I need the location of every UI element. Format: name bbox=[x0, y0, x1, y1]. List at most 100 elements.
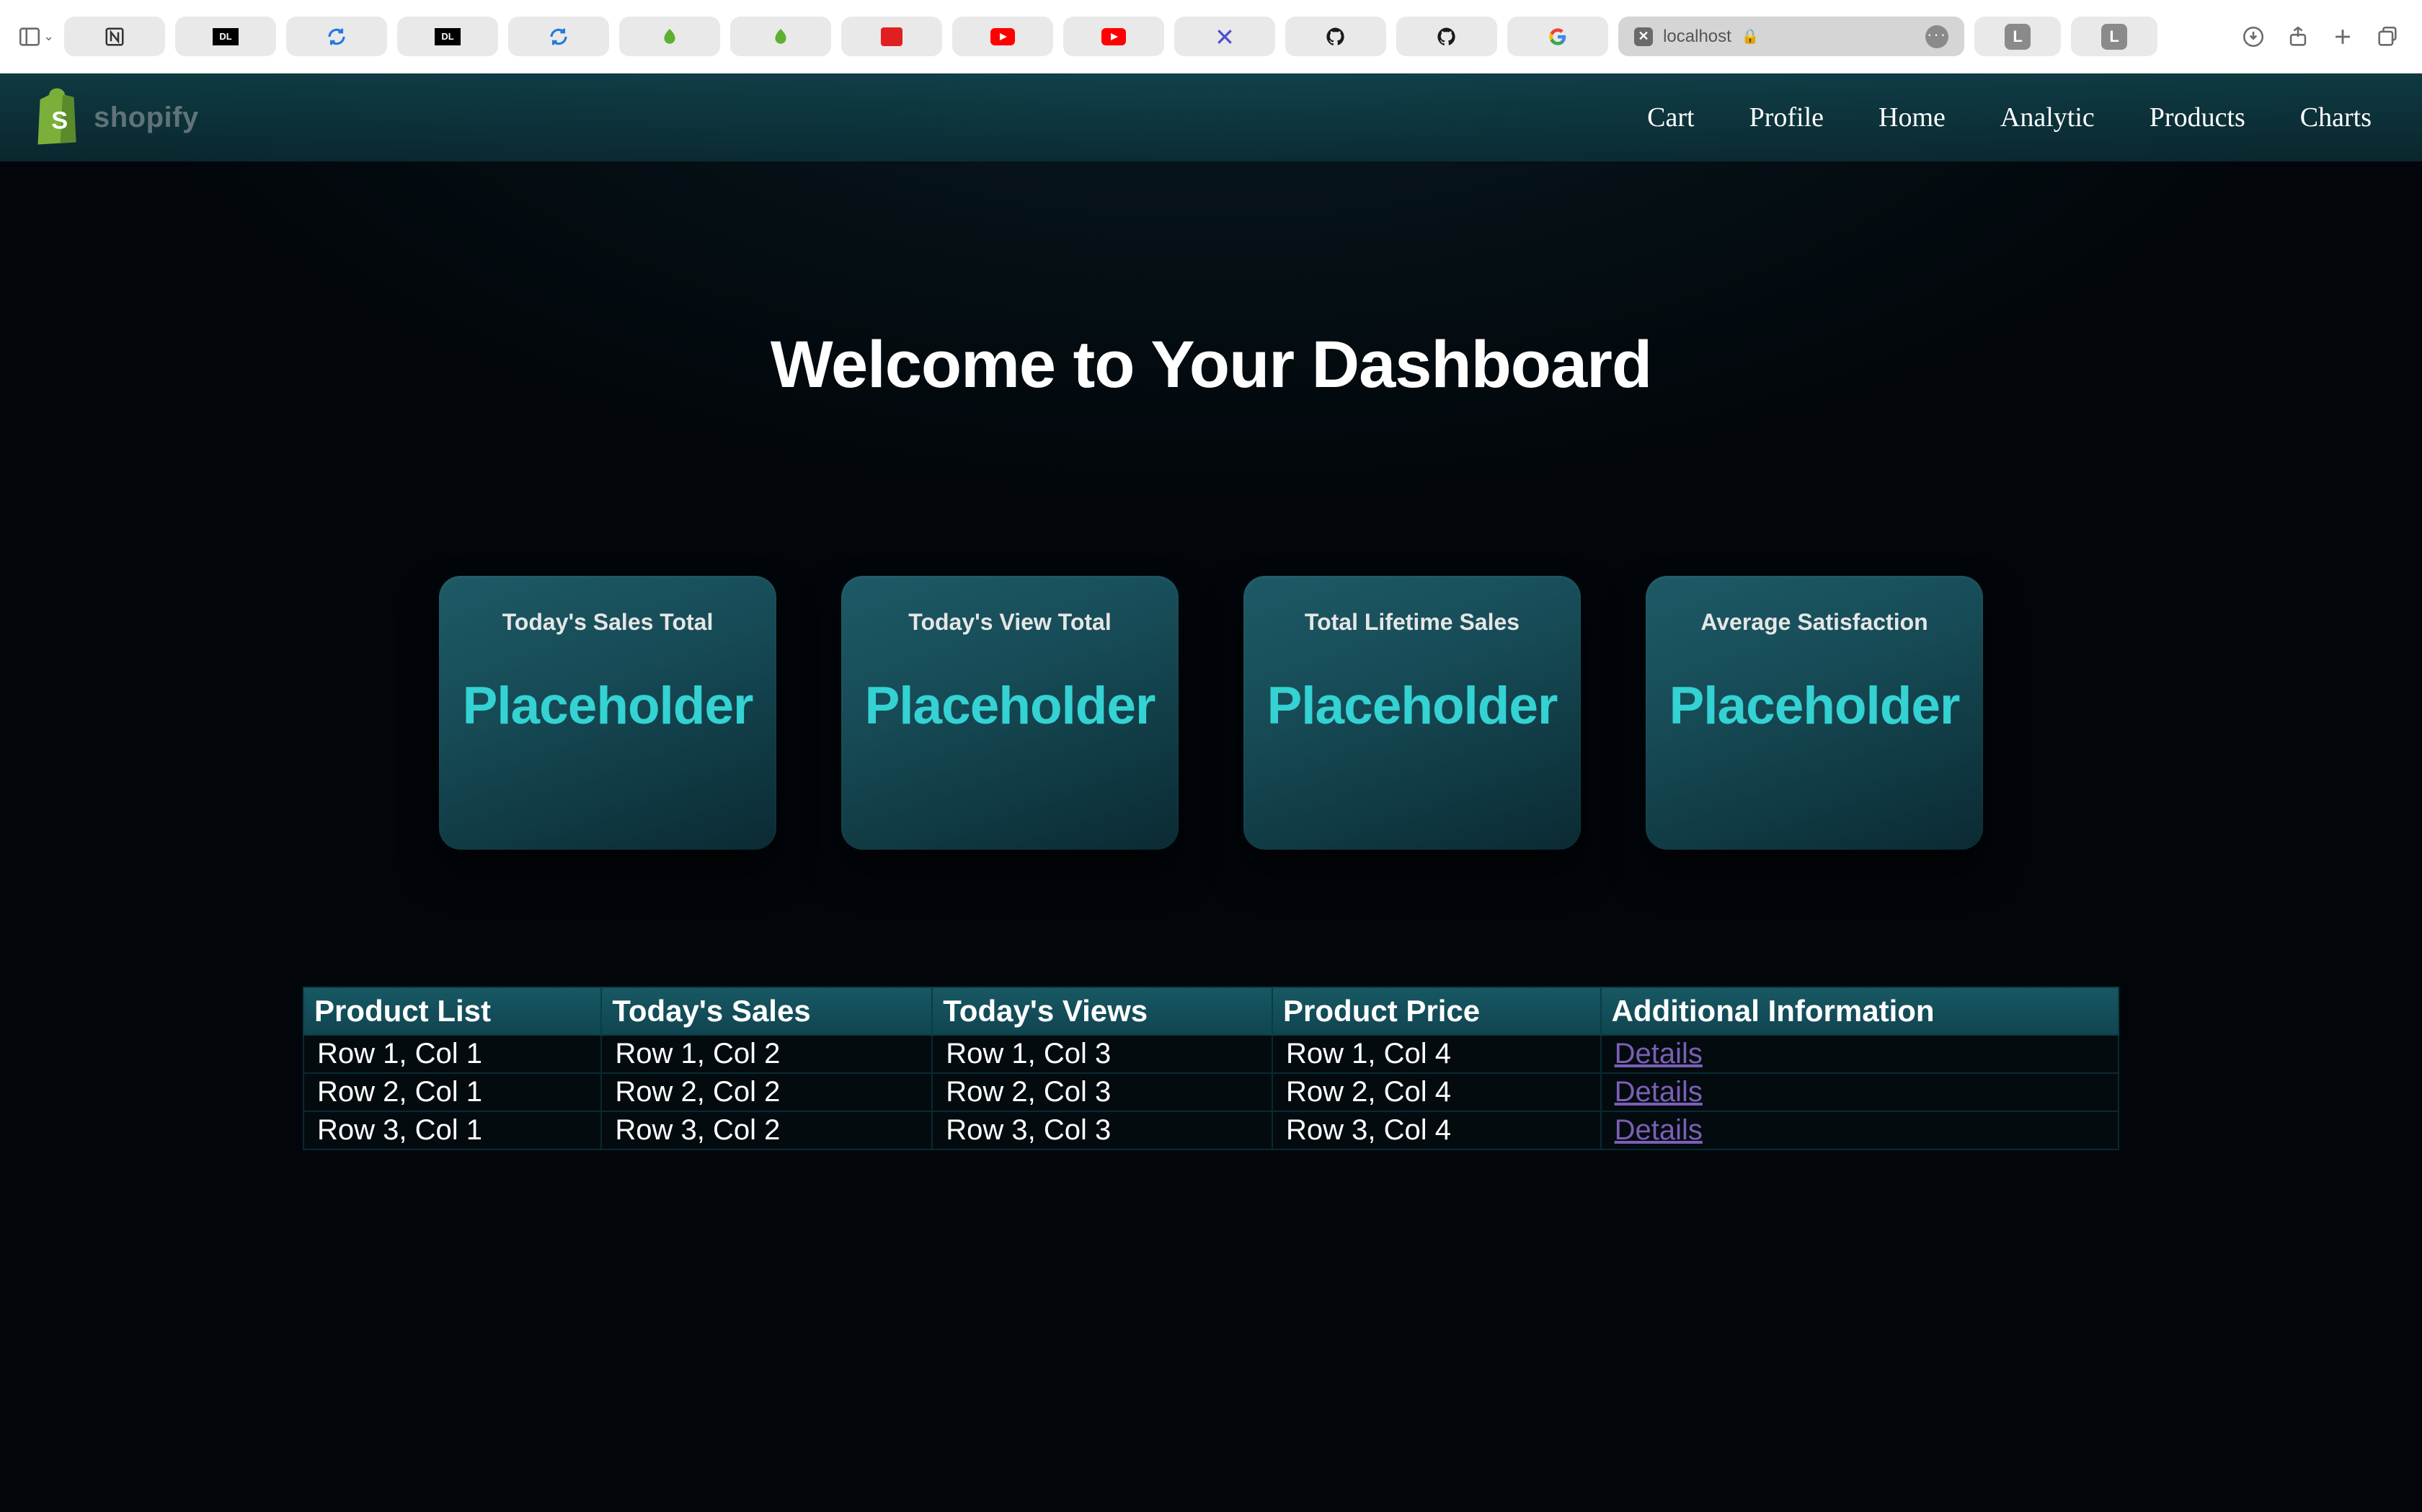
products-table: Product List Today's Sales Today's Views… bbox=[303, 987, 2119, 1150]
cell: Row 2, Col 2 bbox=[601, 1073, 932, 1111]
lock-icon: 🔒 bbox=[1742, 27, 1760, 45]
pinned-tab-3[interactable] bbox=[286, 17, 387, 56]
nav-cart[interactable]: Cart bbox=[1647, 102, 1694, 133]
card-value: Placeholder bbox=[1660, 676, 1969, 736]
nav-home[interactable]: Home bbox=[1878, 102, 1946, 133]
data-table-wrap: Product List Today's Sales Today's Views… bbox=[303, 987, 2119, 1150]
pinned-tab-4[interactable]: DL bbox=[397, 17, 498, 56]
cell: Row 2, Col 1 bbox=[303, 1073, 601, 1111]
download-icon bbox=[2241, 25, 2266, 49]
github-icon bbox=[1325, 26, 1347, 48]
leaf-icon bbox=[771, 27, 790, 46]
card-value: Placeholder bbox=[1258, 676, 1566, 736]
site-menu-icon[interactable]: ··· bbox=[1925, 25, 1948, 48]
details-link[interactable]: Details bbox=[1615, 1114, 1703, 1146]
app-header: S shopify Cart Profile Home Analytic Pro… bbox=[0, 74, 2422, 161]
th-additional-info: Additional Information bbox=[1601, 987, 2119, 1035]
cell-link: Details bbox=[1601, 1111, 2119, 1149]
downloads-button[interactable] bbox=[2236, 19, 2271, 54]
app-icon bbox=[881, 27, 902, 46]
pinned-tab-2[interactable]: DL bbox=[175, 17, 276, 56]
pinned-tab-youtube-2[interactable] bbox=[1063, 17, 1164, 56]
app-icon: DL bbox=[213, 28, 239, 45]
tabs-icon bbox=[2375, 25, 2400, 49]
card-value: Placeholder bbox=[856, 676, 1164, 736]
cell-link: Details bbox=[1601, 1035, 2119, 1073]
plus-icon bbox=[2330, 25, 2355, 49]
pinned-tab-7[interactable] bbox=[730, 17, 831, 56]
cell: Row 3, Col 2 bbox=[601, 1111, 932, 1149]
table-row: Row 3, Col 1 Row 3, Col 2 Row 3, Col 3 R… bbox=[303, 1111, 2119, 1149]
card-title: Today's View Total bbox=[856, 609, 1164, 636]
pinned-tab-github-1[interactable] bbox=[1285, 17, 1386, 56]
youtube-icon bbox=[1101, 28, 1126, 45]
crossed-tools-icon bbox=[1215, 27, 1234, 46]
chevron-down-icon: ⌄ bbox=[43, 29, 54, 44]
table-row: Row 2, Col 1 Row 2, Col 2 Row 2, Col 3 R… bbox=[303, 1073, 2119, 1111]
github-icon bbox=[1436, 26, 1458, 48]
pinned-tab-google[interactable] bbox=[1507, 17, 1608, 56]
notion-icon bbox=[104, 26, 125, 48]
active-tab[interactable]: ✕ localhost 🔒 ··· bbox=[1618, 17, 1964, 56]
stat-card-views-today: Today's View Total Placeholder bbox=[841, 576, 1179, 850]
nav-analytic[interactable]: Analytic bbox=[2000, 102, 2095, 133]
stat-card-lifetime-sales: Total Lifetime Sales Placeholder bbox=[1243, 576, 1581, 850]
th-product-list: Product List bbox=[303, 987, 601, 1035]
pinned-tab-youtube-1[interactable] bbox=[952, 17, 1053, 56]
pinned-tab-11[interactable] bbox=[1174, 17, 1275, 56]
pinned-tab-notion[interactable] bbox=[64, 17, 165, 56]
tab-overview-button[interactable] bbox=[2370, 19, 2405, 54]
details-link[interactable]: Details bbox=[1615, 1038, 1703, 1069]
card-title: Total Lifetime Sales bbox=[1258, 609, 1566, 636]
app-viewport: S shopify Cart Profile Home Analytic Pro… bbox=[0, 74, 2422, 1512]
nav-profile[interactable]: Profile bbox=[1749, 102, 1824, 133]
nav-charts[interactable]: Charts bbox=[2300, 102, 2372, 133]
cell: Row 3, Col 4 bbox=[1272, 1111, 1601, 1149]
new-tab-button[interactable] bbox=[2325, 19, 2360, 54]
shopify-bag-icon: S bbox=[29, 86, 85, 149]
card-title: Today's Sales Total bbox=[453, 609, 762, 636]
sync-icon bbox=[548, 26, 569, 48]
youtube-icon bbox=[990, 28, 1015, 45]
th-todays-views: Today's Views bbox=[932, 987, 1272, 1035]
page-title: Welcome to Your Dashboard bbox=[771, 327, 1651, 403]
address-text: localhost bbox=[1663, 27, 1731, 47]
brand-name: shopify bbox=[94, 102, 199, 134]
cell: Row 3, Col 1 bbox=[303, 1111, 601, 1149]
card-value: Placeholder bbox=[453, 676, 762, 736]
tab-badge: L bbox=[2101, 24, 2127, 50]
pinned-tab-6[interactable] bbox=[619, 17, 720, 56]
cell: Row 2, Col 4 bbox=[1272, 1073, 1601, 1111]
google-icon bbox=[1548, 27, 1568, 47]
cell: Row 3, Col 3 bbox=[932, 1111, 1272, 1149]
sync-icon bbox=[326, 26, 347, 48]
sidebar-icon bbox=[17, 25, 42, 49]
browser-chrome: ⌄ DL DL bbox=[0, 0, 2422, 74]
main-content: Welcome to Your Dashboard Today's Sales … bbox=[0, 161, 2422, 1150]
pinned-tab-5[interactable] bbox=[508, 17, 609, 56]
sidebar-toggle-button[interactable]: ⌄ bbox=[17, 25, 54, 49]
app-icon: DL bbox=[435, 28, 461, 45]
nav-products[interactable]: Products bbox=[2150, 102, 2245, 133]
svg-text:S: S bbox=[51, 107, 68, 135]
brand-logo[interactable]: S shopify bbox=[29, 86, 199, 149]
table-row: Row 1, Col 1 Row 1, Col 2 Row 1, Col 3 R… bbox=[303, 1035, 2119, 1073]
main-nav: Cart Profile Home Analytic Products Char… bbox=[1647, 102, 2393, 133]
browser-toolbar-right bbox=[2236, 19, 2405, 54]
tab-strip: DL DL bbox=[64, 17, 2157, 56]
pinned-tab-8[interactable] bbox=[841, 17, 942, 56]
close-tab-icon[interactable]: ✕ bbox=[1634, 27, 1653, 46]
background-tab-2[interactable]: L bbox=[2071, 17, 2157, 56]
th-product-price: Product Price bbox=[1272, 987, 1601, 1035]
cell-link: Details bbox=[1601, 1073, 2119, 1111]
tab-badge: L bbox=[2005, 24, 2031, 50]
share-button[interactable] bbox=[2281, 19, 2315, 54]
stat-card-satisfaction: Average Satisfaction Placeholder bbox=[1646, 576, 1983, 850]
background-tab-1[interactable]: L bbox=[1974, 17, 2061, 56]
stat-card-sales-today: Today's Sales Total Placeholder bbox=[439, 576, 776, 850]
details-link[interactable]: Details bbox=[1615, 1076, 1703, 1108]
pinned-tab-github-2[interactable] bbox=[1396, 17, 1497, 56]
stat-cards-row: Today's Sales Total Placeholder Today's … bbox=[439, 576, 1983, 850]
cell: Row 1, Col 3 bbox=[932, 1035, 1272, 1073]
cell: Row 2, Col 3 bbox=[932, 1073, 1272, 1111]
